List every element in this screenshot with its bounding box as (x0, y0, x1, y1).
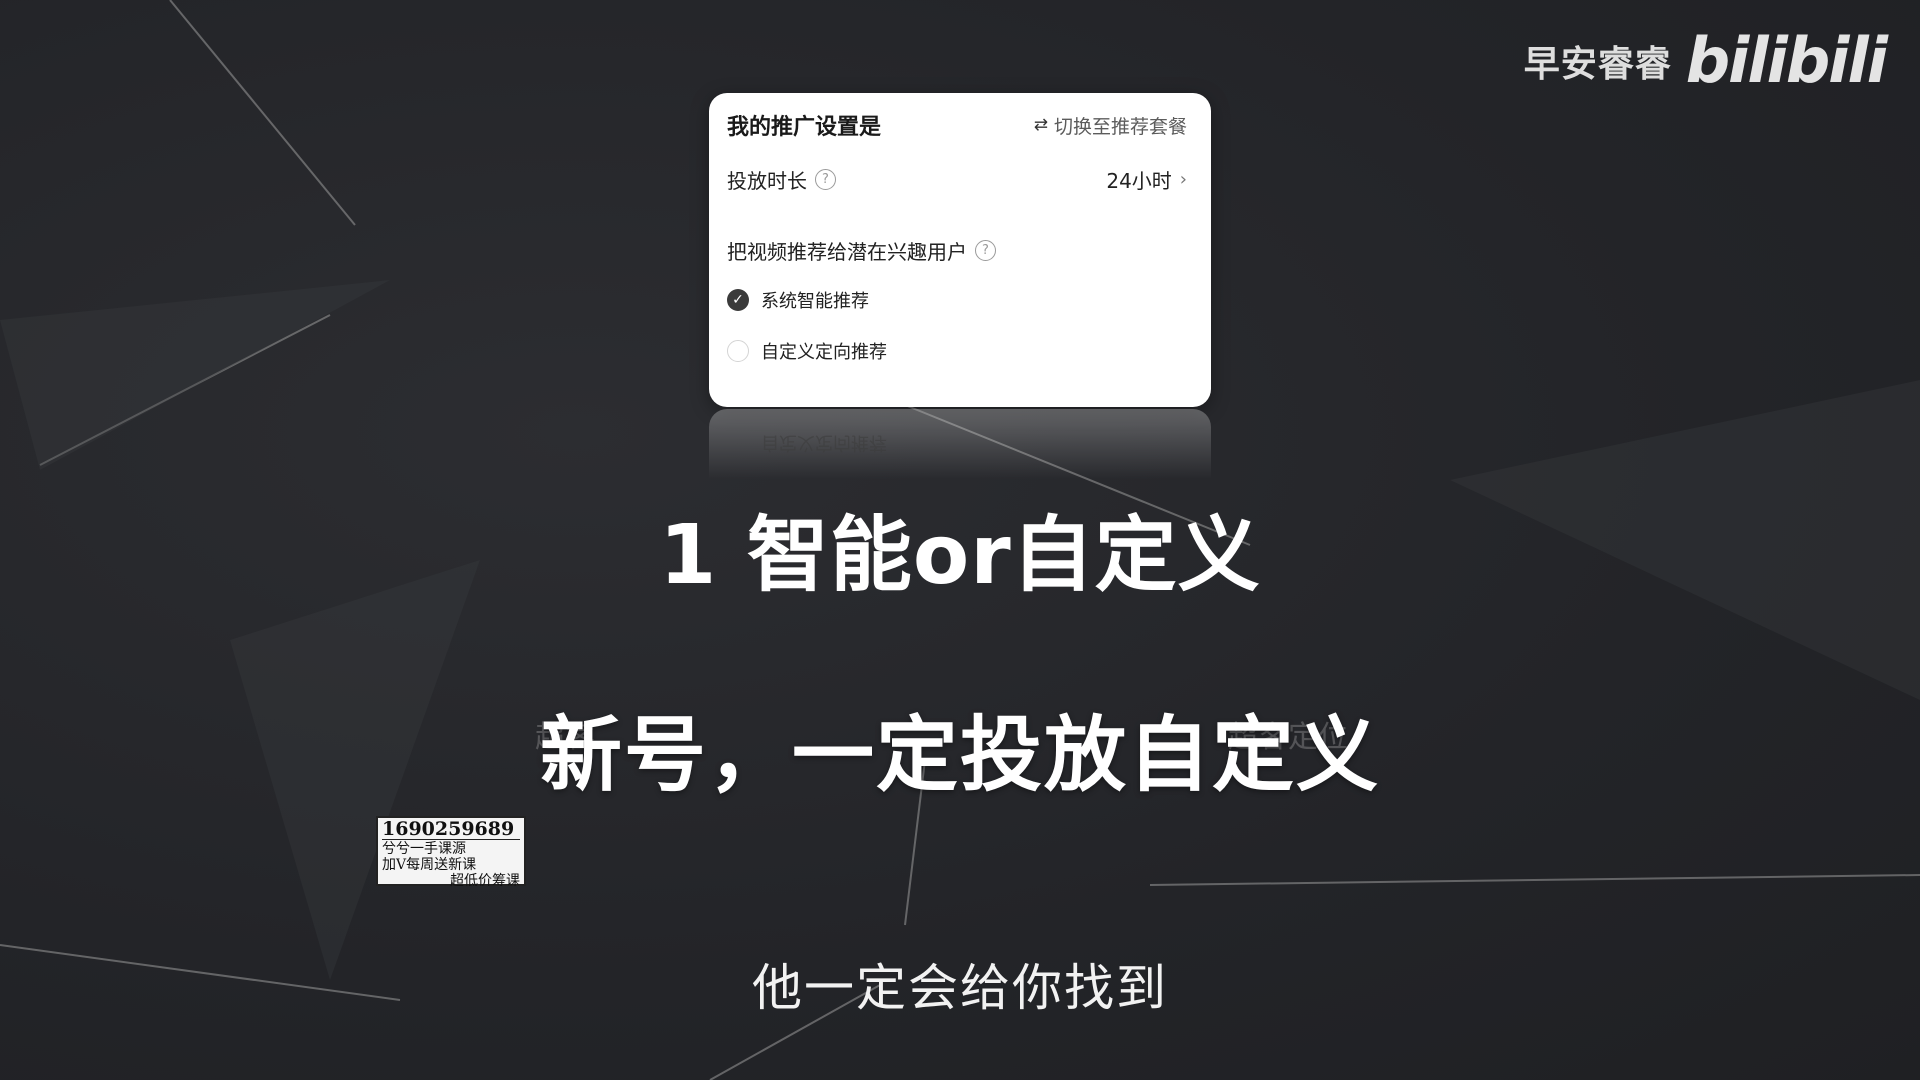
stamp-number: 1690259689 (382, 820, 520, 840)
card-reflection: 自定义定向推荐 (709, 409, 1211, 479)
card-header: 我的推广设置是 ⇄ 切换至推荐套餐 (727, 109, 1187, 141)
stamp-line: 兮兮一手课源 (382, 841, 466, 857)
video-frame: 早安睿睿 bilibili 我的推广设置是 ⇄ 切换至推荐套餐 投放时长 ? 2… (0, 0, 1920, 1080)
audience-label-wrap: 把视频推荐给潜在兴趣用户 ? (727, 236, 996, 265)
audience-row: 把视频推荐给潜在兴趣用户 ? (727, 236, 1187, 265)
chevron-right-icon: › (1179, 169, 1187, 190)
reflection-text: 自定义定向推荐 (761, 432, 887, 453)
watermark-brand: 早安睿睿 bilibili (1523, 24, 1888, 97)
bilibili-logo: bilibili (1685, 24, 1888, 97)
duration-label-wrap: 投放时长 ? (727, 165, 836, 194)
radio-unchecked-icon[interactable] (727, 340, 749, 362)
caption-heading-1: 1 智能or自定义 (659, 508, 1261, 603)
help-icon[interactable]: ? (815, 169, 836, 190)
radio-checked-icon[interactable]: ✓ (727, 289, 749, 311)
help-icon[interactable]: ? (975, 240, 996, 261)
duration-selector[interactable]: 24小时 › (1106, 165, 1187, 194)
channel-name: 早安睿睿 (1523, 44, 1672, 85)
option-custom-targeting[interactable]: 自定义定向推荐 (727, 338, 887, 364)
option-label: 自定义定向推荐 (761, 342, 887, 363)
promotion-settings-card: 我的推广设置是 ⇄ 切换至推荐套餐 投放时长 ? 24小时 › 把视频推荐给潜在… (709, 93, 1211, 407)
audience-label: 把视频推荐给潜在兴趣用户 (727, 240, 967, 264)
subtitle: 他一定会给你找到 (752, 959, 1168, 1017)
option-smart-recommend[interactable]: ✓ 系统智能推荐 (727, 287, 869, 313)
stamp-line: 加V每周送新课 (382, 857, 477, 873)
duration-label: 投放时长 (727, 169, 807, 193)
swap-arrows-icon: ⇄ (1033, 115, 1048, 135)
card-title: 我的推广设置是 (727, 115, 882, 140)
stamp-line: 超低价筹课 (450, 873, 520, 889)
contact-stamp: 1690259689 兮兮一手课源 加V每周送新课 超低价筹课 (376, 816, 526, 889)
duration-row: 投放时长 ? 24小时 › (727, 165, 1187, 194)
switch-link-label: 切换至推荐套餐 (1053, 115, 1187, 138)
caption-heading-2: 新号，一定投放自定义 (539, 708, 1380, 803)
duration-value: 24小时 (1106, 169, 1172, 193)
switch-to-package-link[interactable]: ⇄ 切换至推荐套餐 (1034, 112, 1187, 139)
option-label: 系统智能推荐 (761, 291, 869, 312)
